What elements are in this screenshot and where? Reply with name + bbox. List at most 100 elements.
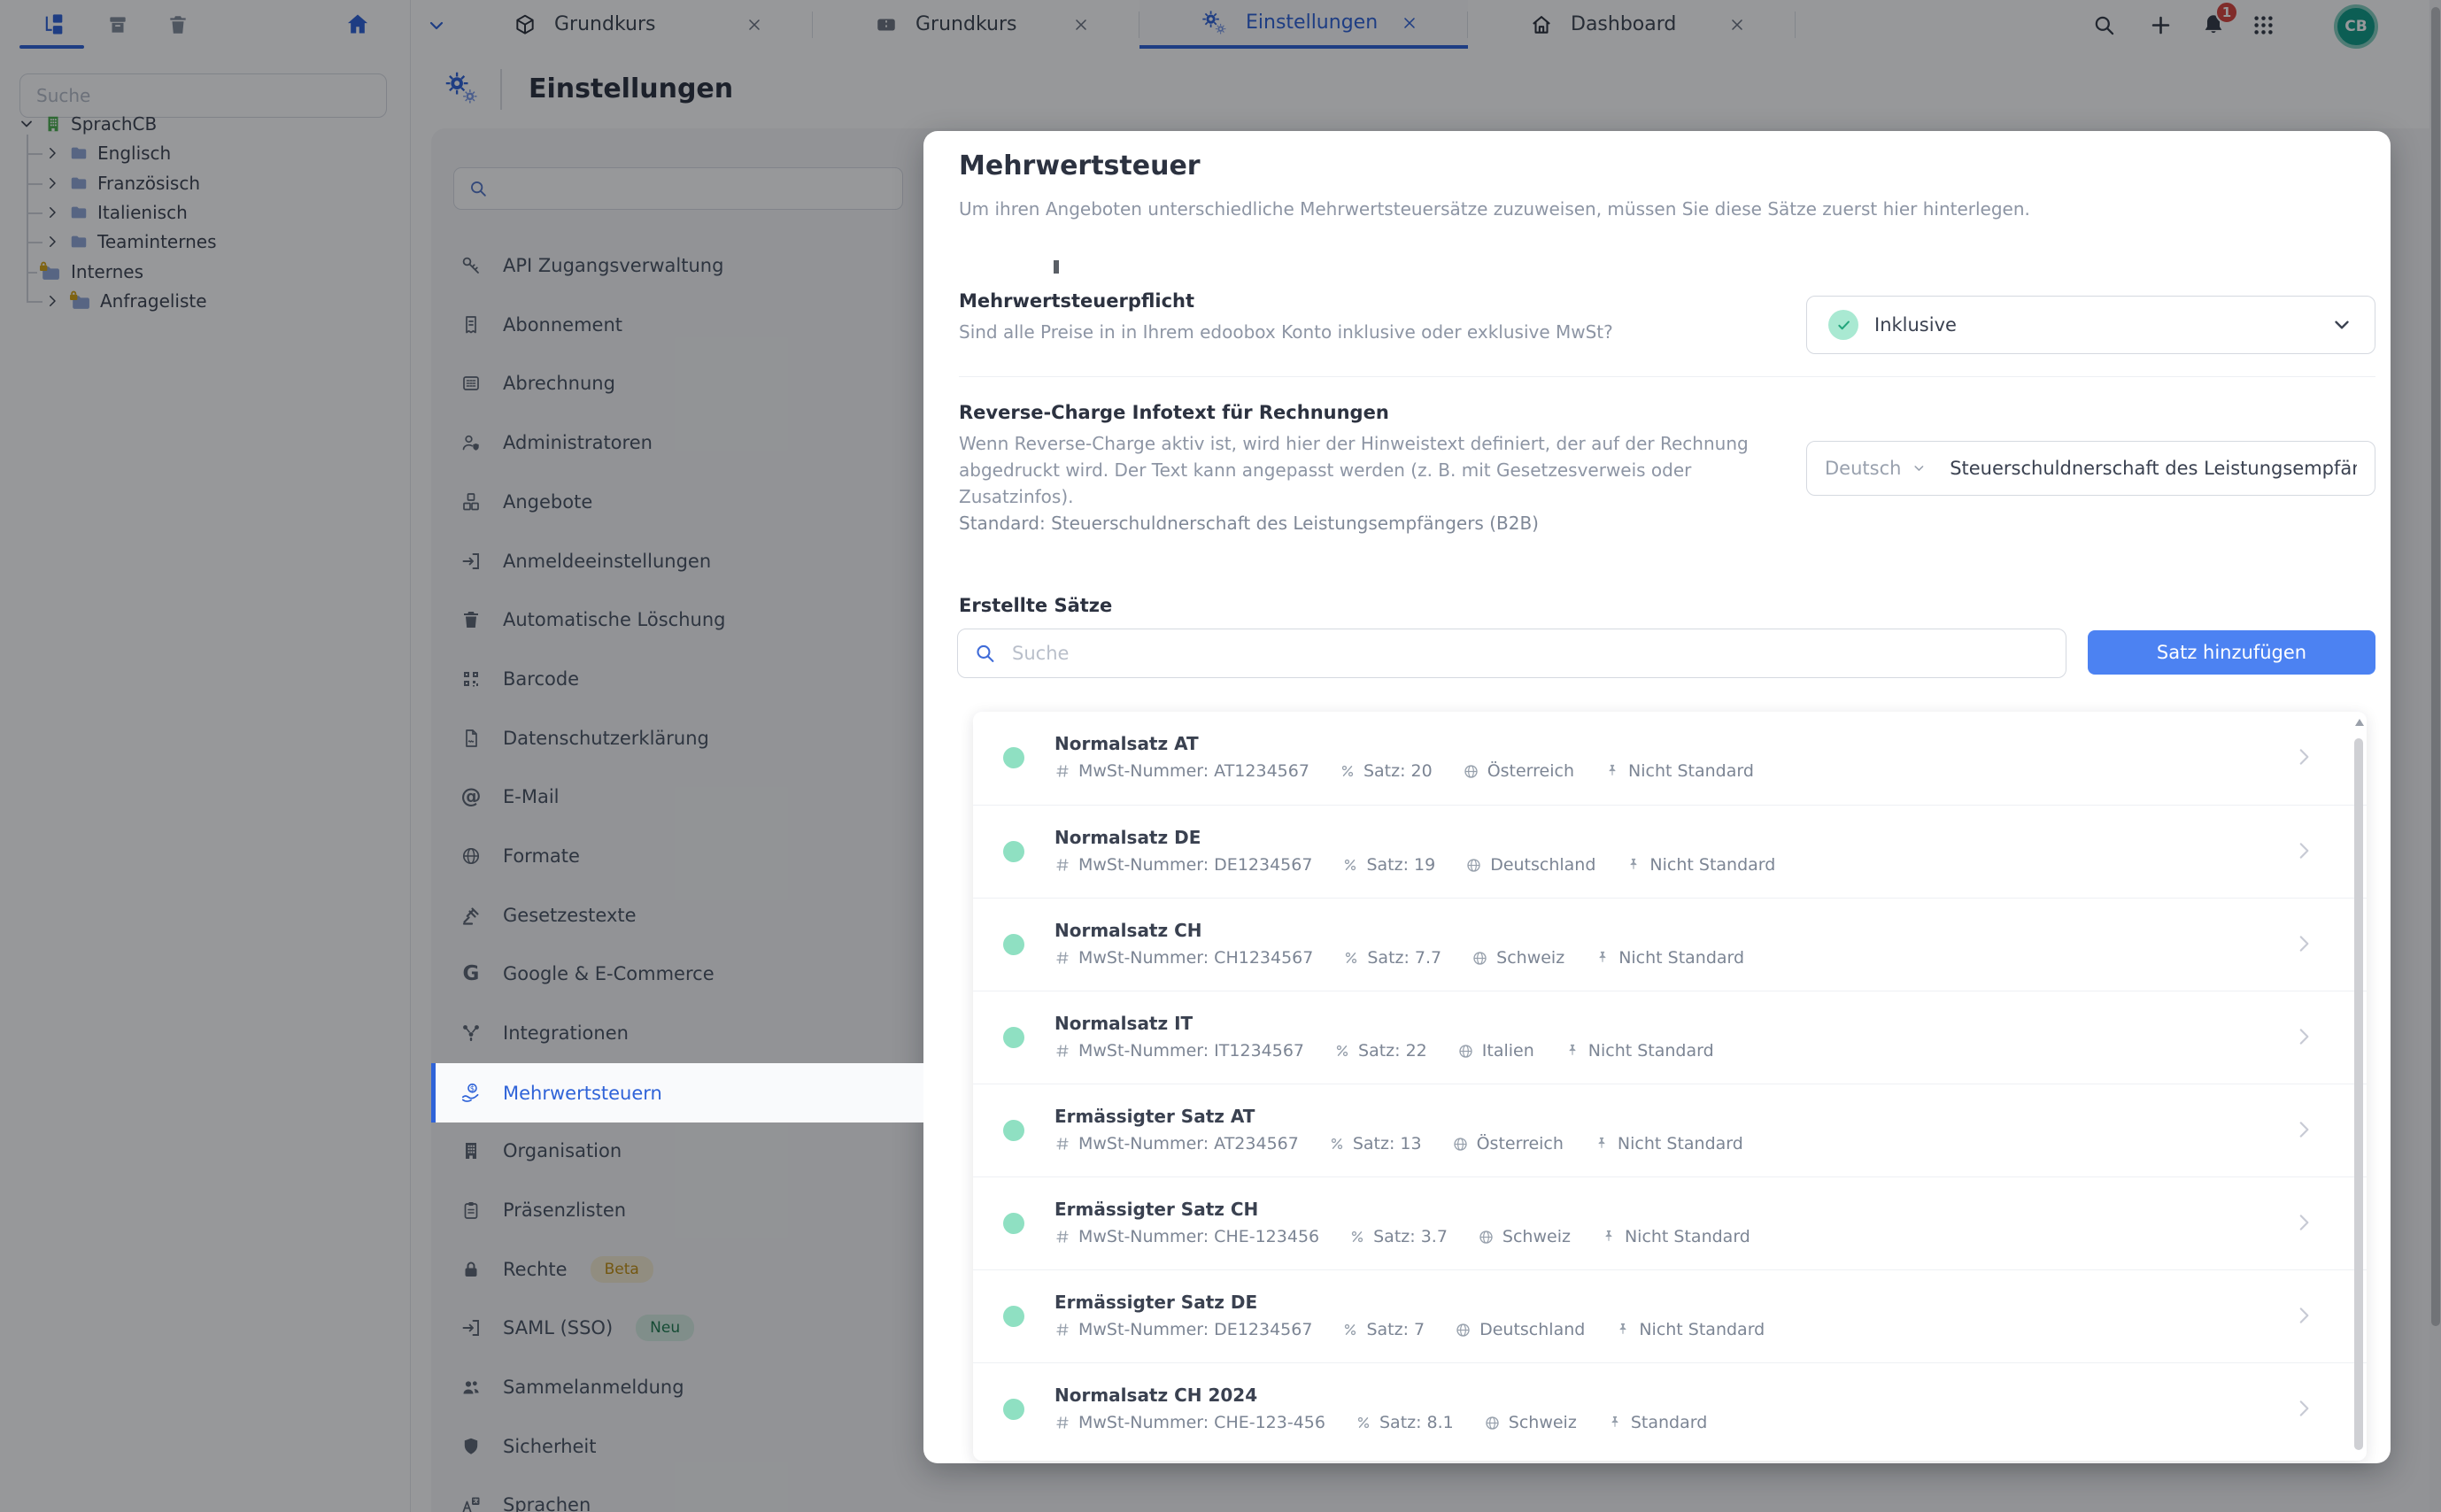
rate-name: Ermässigter Satz AT <box>1054 1106 1255 1127</box>
reverse-charge-text-value: Steuerschuldnerschaft des Leistungsempfä… <box>1950 458 2357 479</box>
rates-heading: Erstellte Sätze <box>959 595 1112 616</box>
globe-icon <box>1452 1136 1469 1153</box>
rate-country: Deutschland <box>1479 1320 1585 1339</box>
hash-icon <box>1054 1043 1070 1059</box>
percent-icon <box>1349 1229 1365 1245</box>
globe-icon <box>1472 950 1488 967</box>
rate-row-ermaessigter-satz-ch[interactable]: Ermässigter Satz CH MwSt-Nummer: CHE-123… <box>973 1176 2367 1269</box>
hash-icon <box>1054 1415 1070 1431</box>
list-scrollbar[interactable] <box>2353 717 2365 1455</box>
percent-icon <box>1334 1043 1350 1059</box>
rate-row-normalsatz-de[interactable]: Normalsatz DE MwSt-Nummer: DE1234567 Sat… <box>973 805 2367 898</box>
hash-icon <box>1054 1136 1070 1152</box>
globe-icon <box>1484 1415 1501 1431</box>
chevron-right-icon[interactable] <box>2292 1397 2315 1420</box>
globe-icon <box>1463 763 1479 780</box>
rate-value: Satz: 13 <box>1353 1134 1422 1153</box>
rate-standard: Nicht Standard <box>1639 1320 1765 1339</box>
status-dot <box>1003 1120 1024 1141</box>
chevron-right-icon[interactable] <box>2292 932 2315 955</box>
chevron-right-icon[interactable] <box>2292 1304 2315 1327</box>
check-circle-icon <box>1828 310 1858 340</box>
rate-name: Normalsatz CH 2024 <box>1054 1385 1257 1406</box>
menu-item-mehrwertsteuern[interactable]: Mehrwertsteuern <box>431 1063 923 1122</box>
rate-value: Satz: 8.1 <box>1379 1413 1454 1432</box>
pin-icon <box>1615 1322 1631 1338</box>
rate-name: Normalsatz DE <box>1054 827 1201 848</box>
search-icon <box>974 642 996 665</box>
rate-row-ermaessigter-satz-at[interactable]: Ermässigter Satz AT MwSt-Nummer: AT23456… <box>973 1084 2367 1176</box>
status-dot <box>1003 934 1024 955</box>
globe-icon <box>1465 857 1482 874</box>
add-rate-button[interactable]: Satz hinzufügen <box>2088 630 2375 675</box>
reverse-charge-description: Wenn Reverse-Charge aktiv ist, wird hier… <box>959 430 1756 510</box>
rate-country: Schweiz <box>1509 1413 1577 1432</box>
hash-icon <box>1054 857 1070 873</box>
content-title: Mehrwertsteuer <box>959 150 1201 181</box>
reverse-charge-text-field[interactable]: Deutsch Steuerschuldnerschaft des Leistu… <box>1806 441 2375 496</box>
rate-vat-number: MwSt-Nummer: DE1234567 <box>1078 1320 1312 1339</box>
rates-list: Normalsatz AT MwSt-Nummer: AT1234567 Sat… <box>973 712 2367 1461</box>
globe-icon <box>1457 1043 1474 1060</box>
rate-standard: Nicht Standard <box>1588 1041 1714 1061</box>
globe-icon <box>1455 1322 1472 1338</box>
percent-icon <box>1356 1415 1371 1431</box>
reverse-charge-standard-note: Standard: Steuerschuldnerschaft des Leis… <box>959 510 1539 536</box>
pin-icon <box>1607 1415 1623 1431</box>
hash-icon <box>1054 1322 1070 1338</box>
rate-row-normalsatz-at[interactable]: Normalsatz AT MwSt-Nummer: AT1234567 Sat… <box>973 712 2367 805</box>
pin-icon <box>1604 763 1620 779</box>
chevron-right-icon[interactable] <box>2292 745 2315 768</box>
percent-icon <box>1343 950 1359 966</box>
scrollbar-thumb[interactable] <box>2354 738 2363 1450</box>
chevron-right-icon[interactable] <box>2292 1211 2315 1234</box>
hash-icon <box>1054 1229 1070 1245</box>
rate-country: Schweiz <box>1502 1227 1571 1246</box>
vat-liability-select[interactable]: Inklusive <box>1806 296 2375 354</box>
rate-standard: Nicht Standard <box>1618 1134 1743 1153</box>
pin-icon <box>1626 857 1641 873</box>
scrollbar-up-arrow[interactable] <box>2355 719 2364 726</box>
rate-standard: Nicht Standard <box>1628 761 1754 781</box>
rate-row-normalsatz-ch-2024[interactable]: Normalsatz CH 2024 MwSt-Nummer: CHE-123-… <box>973 1362 2367 1455</box>
pin-icon <box>1564 1043 1580 1059</box>
percent-icon <box>1342 1322 1358 1338</box>
rate-standard: Nicht Standard <box>1618 948 1744 968</box>
rate-name: Ermässigter Satz CH <box>1054 1199 1258 1220</box>
chevron-right-icon[interactable] <box>2292 1025 2315 1048</box>
vat-liability-label: Mehrwertsteuerpflicht <box>959 290 1194 312</box>
status-dot <box>1003 1027 1024 1048</box>
rate-vat-number: MwSt-Nummer: IT1234567 <box>1078 1041 1304 1061</box>
chevron-down-icon <box>2330 313 2353 336</box>
hash-icon <box>1054 763 1070 779</box>
rates-search <box>957 629 2066 678</box>
rate-name: Normalsatz IT <box>1054 1013 1193 1034</box>
content-intro: Um ihren Angeboten unterschiedliche Mehr… <box>959 198 2030 220</box>
rate-vat-number: MwSt-Nummer: DE1234567 <box>1078 855 1312 875</box>
rate-name: Normalsatz AT <box>1054 733 1199 754</box>
chevron-right-icon[interactable] <box>2292 839 2315 862</box>
rate-country: Österreich <box>1487 761 1574 781</box>
stray-mark <box>1054 260 1059 274</box>
pin-icon <box>1594 1136 1610 1152</box>
rate-row-normalsatz-it[interactable]: Normalsatz IT MwSt-Nummer: IT1234567 Sat… <box>973 991 2367 1084</box>
rate-vat-number: MwSt-Nummer: AT234567 <box>1078 1134 1299 1153</box>
pin-icon <box>1601 1229 1617 1245</box>
rate-name: Normalsatz CH <box>1054 920 1202 941</box>
percent-icon <box>1342 857 1358 873</box>
rate-standard: Nicht Standard <box>1625 1227 1750 1246</box>
rates-search-input[interactable] <box>1010 642 2050 665</box>
rate-value: Satz: 3.7 <box>1373 1227 1448 1246</box>
language-select[interactable]: Deutsch <box>1825 458 1901 479</box>
rate-country: Italien <box>1482 1041 1534 1061</box>
rate-country: Österreich <box>1477 1134 1564 1153</box>
rate-country: Deutschland <box>1490 855 1595 875</box>
rate-value: Satz: 19 <box>1366 855 1435 875</box>
rate-row-ermaessigter-satz-de[interactable]: Ermässigter Satz DE MwSt-Nummer: DE12345… <box>973 1269 2367 1362</box>
rate-row-normalsatz-ch[interactable]: Normalsatz CH MwSt-Nummer: CH1234567 Sat… <box>973 898 2367 991</box>
chevron-right-icon[interactable] <box>2292 1118 2315 1141</box>
rate-country: Schweiz <box>1496 948 1564 968</box>
percent-icon <box>1329 1136 1345 1152</box>
status-dot <box>1003 1213 1024 1234</box>
globe-icon <box>1478 1229 1495 1246</box>
